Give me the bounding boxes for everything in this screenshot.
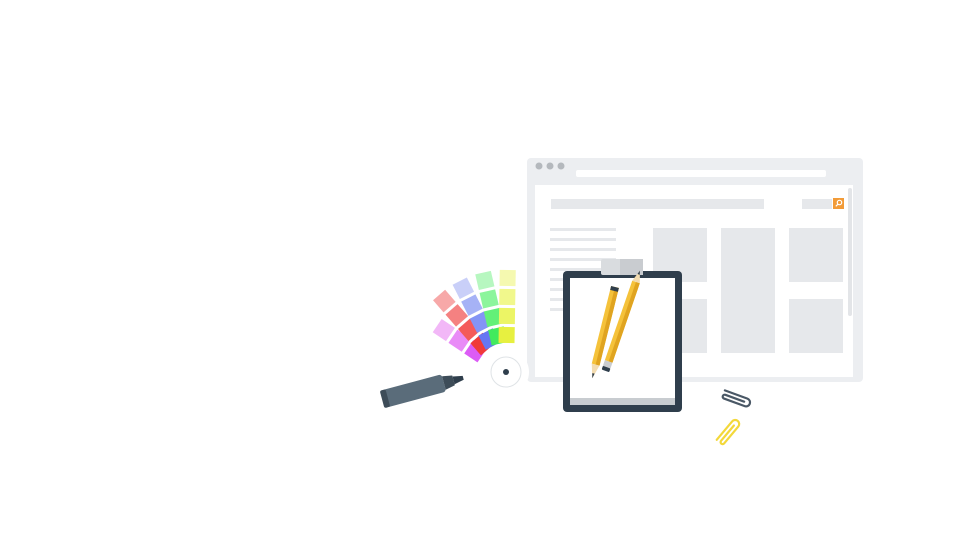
color-swatch — [499, 288, 516, 306]
window-dot — [535, 162, 543, 170]
clipboard-icon — [563, 259, 682, 412]
color-swatch — [432, 318, 455, 342]
color-swatch — [499, 269, 516, 287]
marker-icon — [380, 374, 464, 408]
marker-body — [382, 374, 446, 408]
color-swatch — [479, 289, 499, 309]
content-block — [721, 228, 775, 353]
paperclip-icon — [721, 389, 752, 408]
clipboard-paper — [570, 278, 675, 405]
search-icon — [833, 198, 844, 209]
header-bar — [551, 199, 764, 209]
window-dot — [546, 162, 554, 170]
clipboard-paper-edge — [570, 398, 675, 405]
color-swatch — [498, 307, 516, 325]
content-block — [789, 299, 843, 353]
color-swatch — [498, 326, 515, 344]
color-swatch — [475, 270, 495, 291]
search-box — [802, 199, 832, 209]
address-bar — [576, 170, 826, 177]
marker-tip — [452, 375, 464, 385]
fan-pivot-center — [503, 369, 509, 375]
content-block — [789, 228, 843, 282]
illustration — [380, 158, 863, 446]
scrollbar — [848, 188, 852, 316]
paperclip-icon — [715, 418, 741, 446]
color-swatch — [452, 277, 475, 300]
window-dot — [557, 162, 565, 170]
